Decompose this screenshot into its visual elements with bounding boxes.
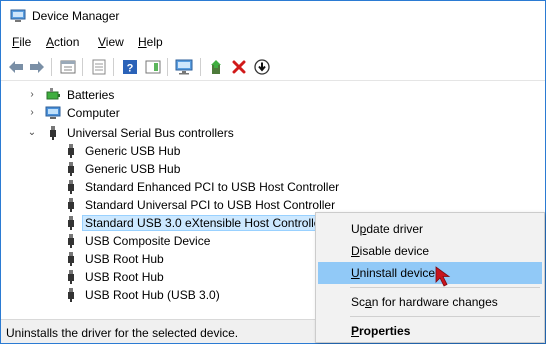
menu-bar: File Action View Help (1, 32, 545, 53)
usb-plug-icon (68, 270, 74, 284)
toolbar-separator (167, 58, 168, 76)
action-pane-icon[interactable] (143, 57, 163, 77)
tree-node-batteries[interactable]: › Batteries (27, 86, 116, 104)
tree-node-label: Universal Serial Bus controllers (67, 126, 234, 140)
uninstall-x-icon[interactable] (229, 57, 249, 77)
menu-separator (350, 316, 540, 317)
tree-node-label: USB Composite Device (85, 234, 211, 248)
usb-plug-icon (68, 198, 74, 212)
menu-action[interactable]: Action (46, 35, 79, 49)
toolbar-separator (82, 58, 83, 76)
disable-device-menu-item[interactable]: Disable device (318, 240, 542, 262)
tree-node-device[interactable]: Generic USB Hub (63, 142, 182, 160)
tree-node-device[interactable]: Generic USB Hub (63, 160, 182, 178)
tree-node-computer[interactable]: › Computer (27, 104, 122, 122)
tree-node-label: USB Root Hub (USB 3.0) (85, 288, 220, 302)
monitor-scan-icon[interactable] (174, 57, 194, 77)
toolbar-separator (51, 58, 52, 76)
tree-node-label: Standard Universal PCI to USB Host Contr… (85, 198, 336, 212)
chevron-right-icon[interactable]: › (27, 90, 37, 100)
device-list-icon[interactable] (89, 57, 109, 77)
tree-node-label: USB Root Hub (85, 252, 164, 266)
device-manager-window: Device Manager File Action View Help ? ›… (0, 0, 546, 344)
title-bar: Device Manager (1, 1, 545, 32)
chevron-right-icon[interactable]: › (27, 108, 37, 118)
usb-plug-icon (50, 126, 56, 140)
tree-node-device[interactable]: Standard Universal PCI to USB Host Contr… (63, 196, 337, 214)
scan-hardware-changes-menu-item[interactable]: Sc a n for hardware changes (318, 291, 542, 313)
red-pointer-arrow-icon (435, 266, 451, 287)
usb-plug-icon (68, 252, 74, 266)
properties-sheet-icon[interactable] (58, 57, 78, 77)
tree-node-label: Standard Enhanced PCI to USB Host Contro… (85, 180, 340, 194)
menu-separator (350, 287, 540, 288)
tree-node-device-selected[interactable]: Standard USB 3.0 eXtensible Host Control… (63, 214, 328, 232)
tree-node-label: Batteries (67, 88, 115, 102)
device-manager-icon (10, 9, 26, 22)
tree-node-label: Generic USB Hub (85, 144, 181, 158)
window-title: Device Manager (32, 9, 120, 23)
update-driver-icon[interactable] (207, 57, 227, 77)
tree-node-label: USB Root Hub (85, 270, 164, 284)
tree-node-label: Computer (67, 106, 120, 120)
update-driver-menu-item[interactable]: Up date driver (318, 218, 542, 240)
toolbar-separator (200, 58, 201, 76)
tree-node-usb-controllers[interactable]: ⌄ Universal Serial Bus controllers (27, 124, 236, 142)
tree-node-device[interactable]: USB Root Hub (63, 250, 166, 268)
svg-text:?: ? (127, 63, 134, 75)
tree-node-device[interactable]: Standard Enhanced PCI to USB Host Contro… (63, 178, 341, 196)
chevron-down-icon[interactable]: ⌄ (27, 128, 37, 138)
uninstall-device-menu-item[interactable]: Uninstall device (318, 262, 542, 284)
status-text: Uninstalls the driver for the selected d… (6, 326, 239, 340)
back-arrow-icon[interactable] (6, 57, 26, 77)
battery-icon (46, 88, 60, 100)
tree-node-device[interactable]: USB Root Hub (USB 3.0) (63, 286, 222, 304)
tree-node-label: Standard USB 3.0 eXtensible Host Control… (81, 215, 328, 231)
usb-plug-icon (68, 216, 74, 230)
menu-view[interactable]: View (98, 35, 124, 49)
usb-plug-icon (68, 144, 74, 158)
tree-node-device[interactable]: USB Composite Device (63, 232, 212, 250)
toolbar: ? (1, 53, 545, 81)
menu-file[interactable]: File (12, 35, 31, 49)
toolbar-separator (113, 58, 114, 76)
help-icon[interactable]: ? (120, 57, 140, 77)
tree-node-device[interactable]: USB Root Hub (63, 268, 166, 286)
context-menu: Up date driver Disable device Uninstall d… (315, 212, 545, 343)
menu-help[interactable]: Help (138, 35, 163, 49)
usb-plug-icon (68, 234, 74, 248)
usb-plug-icon (68, 180, 74, 194)
usb-plug-icon (68, 288, 74, 302)
tree-node-label: Generic USB Hub (85, 162, 181, 176)
computer-icon (45, 106, 61, 119)
forward-arrow-icon[interactable] (27, 57, 47, 77)
download-circle-icon[interactable] (252, 57, 272, 77)
properties-menu-item[interactable]: Properties (318, 320, 542, 342)
usb-plug-icon (68, 162, 74, 176)
